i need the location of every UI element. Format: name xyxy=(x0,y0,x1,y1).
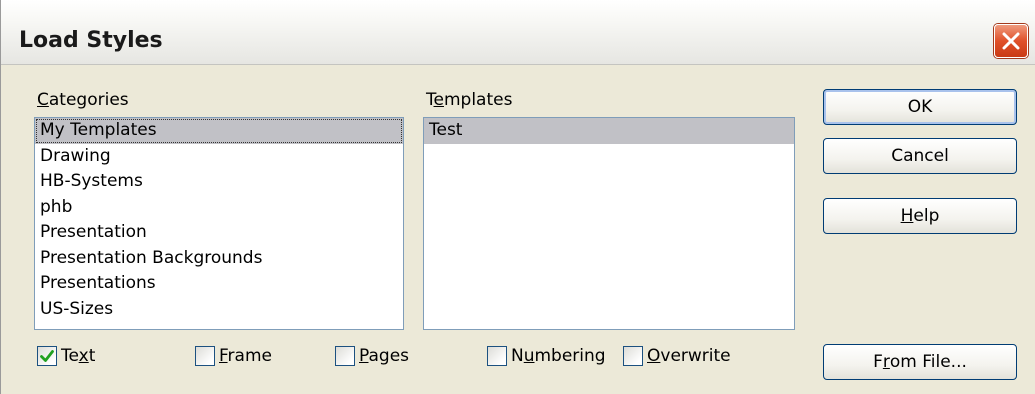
overwrite-checkbox[interactable]: Overwrite xyxy=(623,344,731,368)
list-item[interactable]: US-Sizes xyxy=(35,297,403,323)
numbering-checkbox[interactable]: Numbering xyxy=(487,344,606,368)
list-item[interactable]: Drawing xyxy=(35,144,403,170)
numbering-checkbox-label: Numbering xyxy=(511,346,606,366)
title-bar: Load Styles xyxy=(1,0,1035,65)
checkbox-box xyxy=(37,346,57,366)
pages-checkbox[interactable]: Pages xyxy=(335,344,409,368)
list-item[interactable]: Presentation Backgrounds xyxy=(35,246,403,272)
dialog-title: Load Styles xyxy=(19,28,163,53)
templates-label: Templates xyxy=(426,90,513,110)
help-button[interactable]: Help xyxy=(823,198,1017,234)
list-item[interactable]: phb xyxy=(35,195,403,221)
checkbox-box xyxy=(487,346,507,366)
text-checkbox[interactable]: Text xyxy=(37,344,95,368)
text-checkbox-label: Text xyxy=(61,346,96,366)
templates-listbox[interactable]: Test xyxy=(423,117,795,330)
close-button[interactable] xyxy=(994,24,1028,58)
checkbox-box xyxy=(195,346,215,366)
frame-checkbox-label: Frame xyxy=(219,346,272,366)
checkbox-box xyxy=(335,346,355,366)
checkmark-icon xyxy=(40,350,54,362)
close-icon xyxy=(1002,32,1020,50)
frame-checkbox[interactable]: Frame xyxy=(195,344,272,368)
list-item[interactable]: Presentations xyxy=(35,271,403,297)
categories-label: Categories xyxy=(37,90,129,110)
list-item[interactable]: My Templates xyxy=(35,118,403,144)
ok-button[interactable]: OK xyxy=(823,89,1017,125)
checkbox-box xyxy=(623,346,643,366)
cancel-button[interactable]: Cancel xyxy=(823,138,1017,174)
list-item[interactable]: HB-Systems xyxy=(35,169,403,195)
overwrite-checkbox-label: Overwrite xyxy=(647,346,731,366)
list-item[interactable]: Test xyxy=(424,118,794,144)
pages-checkbox-label: Pages xyxy=(359,346,410,366)
load-styles-dialog: Load Styles Categories My Templates Draw… xyxy=(0,0,1035,394)
list-item[interactable]: Presentation xyxy=(35,220,403,246)
from-file-button[interactable]: Fr om File... xyxy=(823,344,1017,380)
categories-listbox[interactable]: My Templates Drawing HB-Systems phb Pres… xyxy=(34,117,404,330)
